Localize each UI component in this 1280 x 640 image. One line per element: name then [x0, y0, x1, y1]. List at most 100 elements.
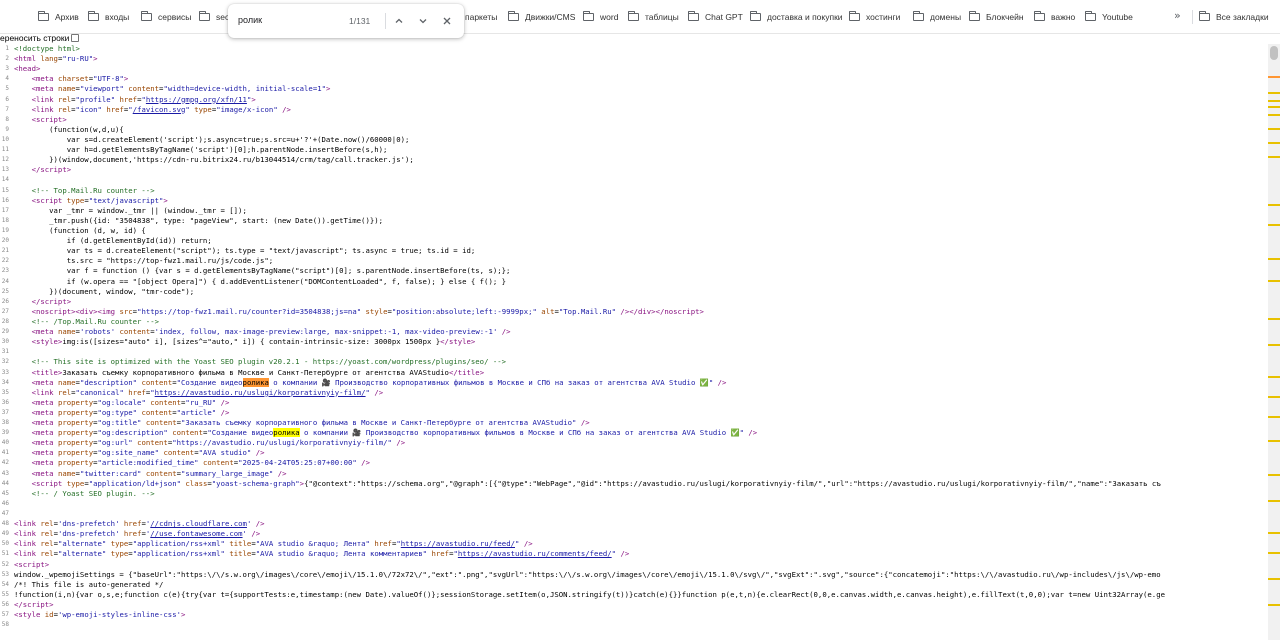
line-source: <link rel="icon" href="/favicon.svg" typ…	[31, 104, 291, 114]
code-line: 50 <link rel="alternate" type="applicatio…	[0, 539, 1268, 549]
line-number: 19	[1, 226, 9, 234]
bookmark-folder[interactable]: таблицы	[628, 0, 679, 34]
line-source: <meta property="og:url" content="https:/…	[31, 438, 406, 448]
code-line: 56 </script>	[0, 600, 1268, 610]
bookmark-folder[interactable]: seo	[199, 0, 230, 34]
code-line: 31	[0, 347, 1268, 357]
code-line: 21 var ts = d.createElement("script"); t…	[0, 246, 1268, 256]
line-number: 30	[1, 338, 9, 346]
code-line: 19 (function (d, w, id) {	[0, 226, 1268, 236]
bookmark-folder[interactable]: входы	[88, 0, 129, 34]
folder-icon	[1199, 11, 1210, 21]
code-line: 35 <link rel="canonical" href="https://a…	[0, 388, 1268, 398]
line-number: 18	[1, 216, 9, 224]
line-source: <!-- Top.Mail.Ru counter -->	[31, 185, 155, 195]
scrollbar-match-marker	[1268, 578, 1280, 580]
bookmark-folder[interactable]: домены	[913, 0, 961, 34]
folder-icon	[750, 11, 761, 21]
line-number: 14	[1, 176, 9, 184]
line-source: <meta name="description" content="Создан…	[31, 377, 727, 387]
code-line: 9 (function(w,d,u){	[0, 125, 1268, 135]
line-number: 38	[1, 419, 9, 427]
line-number: 48	[1, 520, 9, 528]
find-previous-button[interactable]	[391, 13, 407, 29]
line-number: 5	[5, 85, 9, 93]
bookmark-folder[interactable]: Движки/CMS	[508, 0, 575, 34]
code-line: 33 <title>Заказать съемку корпоративного…	[0, 368, 1268, 378]
line-number: 11	[1, 146, 9, 154]
folder-icon	[141, 11, 152, 21]
code-line: 24 if (w.opera == "[object Opera]") { d.…	[0, 277, 1268, 287]
scrollbar-match-marker	[1268, 106, 1280, 108]
code-line: 22 ts.src = "https://top-fwz1.mail.ru/js…	[0, 256, 1268, 266]
scrollbar-match-marker	[1268, 100, 1280, 102]
bookmark-folder[interactable]: доставка и покупки	[750, 0, 843, 34]
line-number: 13	[1, 166, 9, 174]
code-line: 28 <!-- /Top.Mail.Ru counter -->	[0, 317, 1268, 327]
code-line: 15 <!-- Top.Mail.Ru counter -->	[0, 186, 1268, 196]
folder-icon	[628, 11, 639, 21]
line-wrap-checkbox[interactable]	[71, 34, 80, 42]
bookmark-folder[interactable]: важно	[1034, 0, 1075, 34]
line-source: ts.src = "https://top-fwz1.mail.ru/js/co…	[14, 256, 274, 266]
folder-icon	[688, 11, 699, 21]
line-number: 21	[1, 247, 9, 255]
bookmark-folder[interactable]: Chat GPT	[688, 0, 743, 34]
bookmark-folder[interactable]: Youtube	[1085, 0, 1133, 34]
line-number: 9	[5, 125, 9, 133]
find-input[interactable]: ролик	[238, 15, 262, 25]
folder-icon	[1034, 11, 1045, 21]
code-line: 32 <!-- This site is optimized with the …	[0, 357, 1268, 367]
line-source: <script type="application/ld+json" class…	[31, 478, 1161, 488]
line-source: <!-- /Top.Mail.Ru counter -->	[31, 316, 159, 326]
line-number: 36	[1, 398, 9, 406]
line-number: 24	[1, 277, 9, 285]
line-number: 20	[1, 237, 9, 245]
line-number: 41	[1, 449, 9, 457]
code-line: 29 <meta name='robots' content='index, f…	[0, 327, 1268, 337]
code-line: 17 var _tmr = window._tmr || (window._tm…	[0, 206, 1268, 216]
code-line: 27 <noscript><div><img src="https://top-…	[0, 307, 1268, 317]
code-line: 12 })(window,document,'https://cdn-ru.bi…	[0, 155, 1268, 165]
line-source: if (d.getElementById(id)) return;	[14, 236, 212, 246]
overflow-chevron-icon[interactable]: »	[1174, 9, 1181, 22]
all-bookmarks-button[interactable]: Все закладки	[1199, 0, 1269, 34]
line-source: </script>	[31, 296, 72, 306]
line-number: 44	[1, 479, 9, 487]
code-line: 42 <meta property="article:modified_time…	[0, 458, 1268, 468]
code-line: 49 <link rel='dns-prefetch' href='//use.f…	[0, 529, 1268, 539]
line-source: <html lang="ru-RU">	[14, 54, 98, 64]
code-line: 11 var h=d.getElementsByTagName('script'…	[0, 145, 1268, 155]
bookmark-folder[interactable]: Блокчейн	[969, 0, 1024, 34]
line-number: 55	[1, 590, 9, 598]
line-source: <meta name='robots' content='index, foll…	[31, 327, 511, 337]
line-source: !function(i,n){var o,s,e;function c(e){t…	[14, 589, 1165, 599]
line-source: <meta property="og:site_name" content="A…	[31, 448, 265, 458]
line-source: <noscript><div><img src="https://top-fwz…	[31, 306, 704, 316]
find-close-button[interactable]	[439, 13, 455, 29]
vertical-scrollbar[interactable]	[1268, 44, 1280, 640]
bookmark-folder[interactable]: хостинги	[849, 0, 900, 34]
bookmark-folder[interactable]: Архив	[38, 0, 79, 34]
line-number: 23	[1, 267, 9, 275]
line-number: 50	[1, 540, 9, 548]
scrollbar-thumb[interactable]	[1270, 46, 1278, 60]
bookmark-folder[interactable]: сервисы	[141, 0, 191, 34]
line-number: 1	[5, 45, 9, 52]
code-line: 40 <meta property="og:url" content="http…	[0, 438, 1268, 448]
scrollbar-match-marker	[1268, 76, 1280, 78]
bookmark-folder[interactable]: word	[583, 0, 618, 34]
line-number: 8	[5, 115, 9, 123]
line-source: </script>	[31, 165, 72, 175]
line-source: <script>	[31, 114, 67, 124]
code-line: 30 <style>img:is([sizes="auto" i], [size…	[0, 337, 1268, 347]
line-source: <meta charset="UTF-8">	[31, 74, 129, 84]
line-number: 46	[1, 499, 9, 507]
line-source: <link rel="alternate" type="application/…	[14, 539, 533, 549]
find-next-button[interactable]	[415, 13, 431, 29]
code-line: 55 !function(i,n){var o,s,e;function c(e)…	[0, 590, 1268, 600]
line-number: 51	[1, 550, 9, 558]
line-source: <link rel="alternate" type="application/…	[14, 549, 630, 559]
code-line: 7 <link rel="icon" href="/favicon.svg" t…	[0, 105, 1268, 115]
source-code-view[interactable]: 1 <!doctype html> 2 <html lang="ru-RU"> 3 <he…	[0, 44, 1268, 640]
